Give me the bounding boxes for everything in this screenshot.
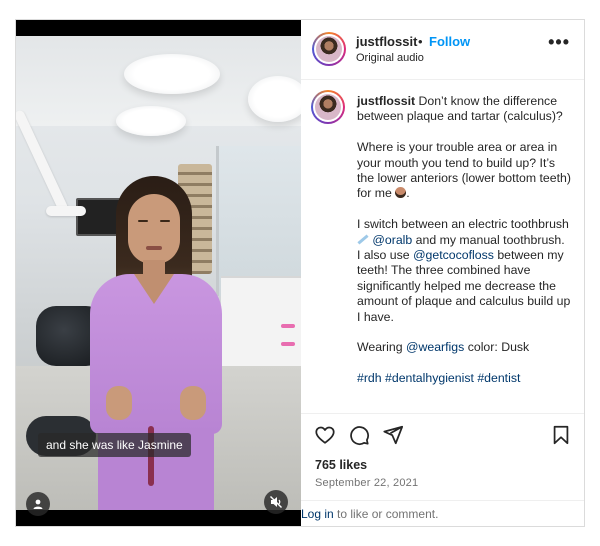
woman-emoji-icon: [395, 187, 407, 199]
hygienist: [76, 176, 236, 510]
heart-icon[interactable]: [314, 424, 336, 446]
login-link[interactable]: Log in: [301, 507, 334, 521]
post-panel: justflossit • Follow Original audio ••• …: [301, 20, 584, 526]
caption-line: color: Dusk: [467, 340, 530, 355]
hashtags[interactable]: #rdh #dentalhygienist #dentist: [357, 371, 571, 386]
username-link[interactable]: justflossit: [356, 34, 417, 49]
audio-link[interactable]: Original audio: [356, 52, 424, 64]
video-player[interactable]: and she was like Jasmine: [16, 20, 301, 526]
avatar[interactable]: [312, 32, 346, 66]
separator-dot: •: [418, 34, 423, 49]
instagram-post-embed: and she was like Jasmine justflossit • F…: [15, 19, 585, 527]
bookmark-icon[interactable]: [550, 424, 572, 446]
ceiling-lamp: [248, 76, 301, 122]
toothbrush-emoji-icon: [357, 234, 369, 245]
post-date: September 22, 2021: [315, 477, 419, 489]
mention-link[interactable]: @oralb: [372, 233, 412, 247]
mention-link[interactable]: @wearfigs: [406, 340, 464, 354]
video-subtitle: and she was like Jasmine: [38, 433, 191, 457]
ceiling-lamp: [116, 106, 186, 136]
speaker-muted-icon: [270, 496, 282, 508]
post-caption: justflossit Don’t know the difference be…: [357, 94, 571, 386]
profile-button[interactable]: [26, 492, 50, 516]
caption-line: I switch between an electric toothbrush: [357, 217, 569, 232]
post-header: justflossit • Follow Original audio •••: [301, 20, 584, 80]
ceiling-lamp: [124, 54, 220, 94]
caption-scroll-area[interactable]: justflossit Don’t know the difference be…: [301, 81, 584, 413]
follow-button[interactable]: Follow: [429, 34, 470, 49]
login-prompt: Log in to like or comment.: [301, 500, 584, 526]
caption-line: Wearing: [357, 340, 403, 355]
caption-line: Where is your trouble area or area in yo…: [357, 140, 571, 201]
mute-button[interactable]: [264, 490, 288, 514]
avatar[interactable]: [311, 90, 345, 124]
user-icon: [33, 499, 43, 509]
caption-username[interactable]: justflossit: [357, 94, 415, 108]
comment-icon[interactable]: [348, 424, 370, 446]
share-icon[interactable]: [382, 424, 404, 446]
likes-count[interactable]: 765 likes: [315, 458, 367, 472]
mention-link[interactable]: @getcocofloss: [413, 248, 494, 262]
more-options-icon[interactable]: •••: [548, 32, 570, 53]
login-prompt-text: to like or comment.: [337, 507, 439, 521]
